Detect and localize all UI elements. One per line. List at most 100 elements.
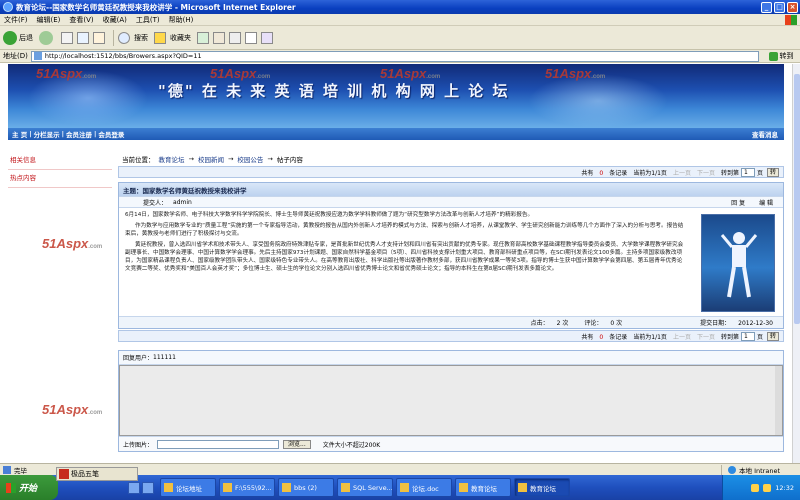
upload-file-input[interactable] (157, 439, 280, 449)
maximize-button[interactable]: □ (774, 1, 785, 13)
mail-icon[interactable] (213, 31, 225, 44)
close-button[interactable]: × (787, 1, 798, 13)
taskbar-item[interactable]: 教育论坛 (455, 478, 511, 497)
address-input[interactable]: http://localhost:1512/bbs/Browers.aspx?Q… (30, 50, 759, 62)
tray-icon[interactable] (751, 483, 760, 492)
post-paragraph: 6月14日，国家数学名师、电子科技大学数学科学学院院长、博士生导师黄廷祝教授应邀… (125, 212, 534, 218)
pager-next[interactable]: 下一页 (697, 332, 715, 341)
pager-goto-label: 转到第 (720, 169, 739, 177)
post-footer: 点击： 2 次 评论： 0 次 提交日期： 2012-12-30 (119, 316, 783, 328)
nav-login[interactable]: 会员登录 (98, 129, 124, 139)
pager-next[interactable]: 下一页 (697, 168, 715, 177)
browse-button[interactable]: 浏览... (283, 439, 311, 449)
window-titlebar[interactable]: 教育论坛--国家数学名师黄廷祝教授来我校讲学 - Microsoft Inter… (0, 0, 800, 14)
window-title: 教育论坛--国家数学名师黄廷祝教授来我校讲学 - Microsoft Inter… (16, 2, 296, 12)
taskbar-item[interactable]: 论坛地址 (160, 478, 216, 497)
quick-launch-icon[interactable] (142, 481, 154, 494)
post-paragraph: 作为数学与应用数学专业的“质量工程”实施的第一个专家指导活动，黄教授的报告从国内… (125, 223, 684, 237)
menu-file[interactable]: 文件(F) (4, 15, 28, 25)
database-icon (341, 483, 350, 492)
breadcrumb-current: 帖子内容 (276, 156, 303, 164)
sidebar-item-related[interactable]: 相关信息 (8, 152, 112, 170)
reply-link[interactable]: 回 复 (731, 198, 745, 207)
messenger-icon[interactable] (261, 31, 273, 44)
ime-toolbar[interactable]: 极品五笔 (56, 467, 138, 481)
taskbar-item[interactable]: 论坛.doc (396, 478, 452, 497)
page-scrollbar[interactable] (792, 64, 800, 463)
figure-icon (720, 232, 758, 298)
pager-bottom: 共有 0 条记录 当前为1/1页 上一页 下一页 转到第 1 页 转 (118, 330, 784, 342)
breadcrumb-arrow: → (188, 155, 194, 163)
start-label: 开始 (19, 484, 38, 494)
clock[interactable]: 12:32 (775, 484, 794, 492)
pager-goto-label: 转到第 (720, 333, 739, 341)
sidebar: 相关信息 热点内容 (8, 152, 112, 452)
nav-register[interactable]: 会员注册 (66, 129, 92, 139)
address-label: 地址(D) (3, 52, 28, 60)
ime-icon (59, 469, 69, 479)
textarea-scrollbar[interactable] (775, 366, 782, 435)
back-label: 后退 (19, 33, 33, 42)
security-zone: 本地 Intranet (721, 464, 780, 475)
comments-stat: 评论： 0 次 (584, 320, 623, 327)
sidebar-item-hot[interactable]: 热点内容 (8, 170, 112, 188)
reply-textarea[interactable] (119, 365, 783, 436)
pager-prev[interactable]: 上一页 (673, 168, 691, 177)
author-name[interactable]: admin (173, 199, 192, 206)
taskbar-item[interactable]: bbs (2) (278, 478, 334, 497)
go-arrow-icon (768, 51, 778, 61)
menu-edit[interactable]: 编辑(E) (37, 15, 61, 25)
breadcrumb-forum[interactable]: 教育论坛 (159, 154, 185, 164)
menu-tools[interactable]: 工具(T) (136, 15, 160, 25)
menu-favorites[interactable]: 收藏(A) (103, 15, 127, 25)
post-paragraph: 黄廷祝教授，曾入选四川省学术和技术带头人、享受国务院政府特殊津贴专家，是首批新世… (125, 242, 684, 272)
edit-link[interactable]: 编 辑 (759, 198, 773, 207)
poster-avatar (701, 214, 775, 312)
go-button[interactable]: 转到 (762, 51, 800, 61)
pager-prev[interactable]: 上一页 (673, 332, 691, 341)
banner-slogan: "德" 在 未 来 英 语 培 训 机 构 网 上 论 坛 (158, 82, 510, 100)
nav-view-messages[interactable]: 查看消息 (752, 129, 778, 139)
pager-goto-button[interactable]: 转 (767, 331, 779, 341)
search-label: 搜索 (134, 33, 148, 42)
start-button[interactable]: 开始 (0, 475, 58, 500)
search-button[interactable]: 搜索 (118, 31, 148, 44)
history-icon[interactable] (197, 31, 209, 44)
address-bar: 地址(D) http://localhost:1512/bbs/Browers.… (0, 50, 800, 63)
menu-help[interactable]: 帮助(H) (169, 15, 194, 25)
menu-view[interactable]: 查看(V) (69, 15, 93, 25)
minimize-button[interactable]: _ (761, 1, 772, 13)
home-icon[interactable] (93, 31, 105, 44)
print-icon[interactable] (229, 31, 241, 44)
breadcrumb-campus-news[interactable]: 校园新闻 (198, 154, 224, 164)
nav-column-view[interactable]: 分栏显示 (34, 129, 60, 139)
pager-goto-button[interactable]: 转 (767, 167, 779, 177)
star-icon (154, 31, 166, 44)
taskbar-item[interactable]: SQL Serve... (337, 478, 393, 497)
search-icon (118, 31, 130, 44)
ime-label: 极品五笔 (71, 470, 99, 478)
taskbar-item-active[interactable]: 教育论坛 (514, 478, 570, 497)
pager-goto-input[interactable]: 1 (740, 331, 755, 341)
stop-icon[interactable] (61, 31, 73, 44)
toolbar-separator (113, 29, 114, 46)
nav-home[interactable]: 主 页 (12, 129, 27, 139)
watermark: 51Aspx.com (210, 66, 271, 81)
back-button[interactable]: 后退 (3, 30, 33, 45)
scrollbar-thumb[interactable] (794, 74, 800, 324)
refresh-icon[interactable] (77, 31, 89, 44)
quick-launch-icon[interactable] (128, 481, 140, 494)
windows-logo-icon (785, 14, 797, 25)
upload-hint: 文件大小不超过200K (322, 441, 381, 449)
breadcrumb-announcements[interactable]: 校园公告 (237, 154, 263, 164)
forum-nav: 主 页 | 分栏显示 | 会员注册 | 会员登录 查看消息 (8, 128, 784, 140)
pager-goto-input[interactable]: 1 (740, 167, 755, 177)
favorites-button[interactable]: 收藏夹 (154, 31, 191, 44)
forward-button[interactable] (39, 30, 55, 45)
taskbar-item[interactable]: F:\555\92... (219, 478, 275, 497)
breadcrumb-arrow: → (227, 155, 234, 163)
tray-icon[interactable] (763, 483, 772, 492)
edit-page-icon[interactable] (245, 31, 257, 44)
ie-icon (459, 483, 468, 492)
forward-arrow-icon (39, 30, 53, 45)
